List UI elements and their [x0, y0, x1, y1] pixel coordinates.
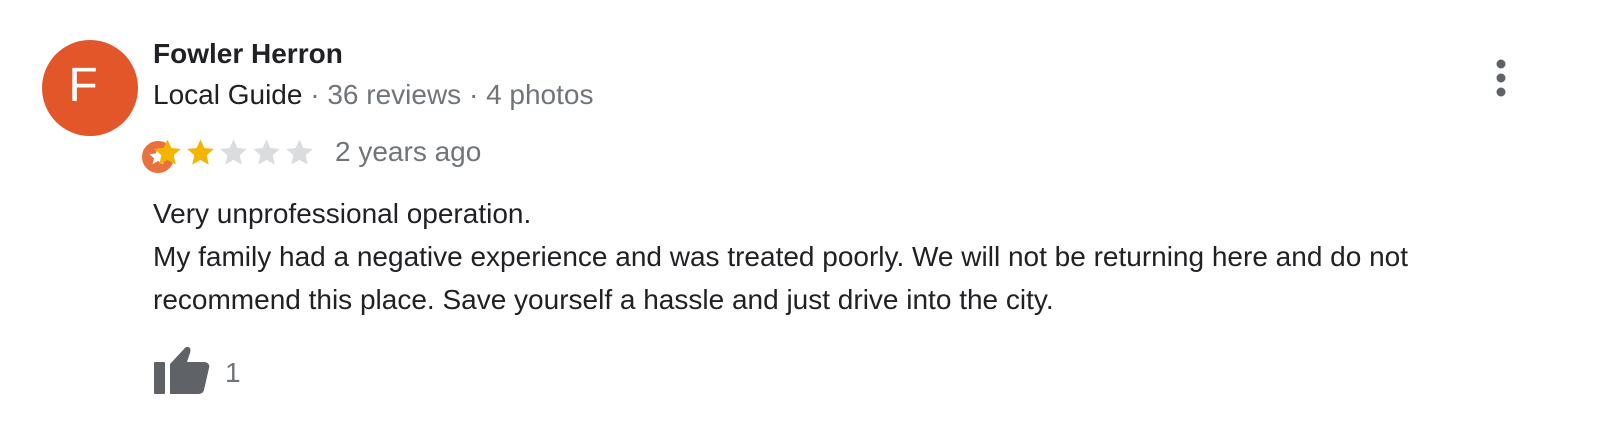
more-options-button[interactable] — [1478, 56, 1526, 100]
star-filled-icon — [154, 139, 181, 165]
photo-count: 4 photos — [486, 79, 594, 110]
reviewer-meta: Local Guide · 36 reviews · 4 photos — [153, 79, 593, 111]
more-vert-icon — [1496, 59, 1506, 97]
local-guide-label: Local Guide — [153, 79, 303, 110]
review-text-line: Very unprofessional operation. — [153, 198, 532, 229]
review-text-line: recommend this place. Save yourself a ha… — [153, 284, 1054, 315]
star-empty-icon — [220, 139, 247, 165]
reviewer-name[interactable]: Fowler Herron — [153, 38, 343, 70]
meta-separator: · — [468, 79, 479, 110]
like-button[interactable]: 1 — [150, 342, 245, 396]
review-text: Very unprofessional operation. My family … — [153, 192, 1573, 321]
like-count: 1 — [225, 357, 241, 388]
review-date: 2 years ago — [335, 136, 482, 167]
meta-separator: · — [310, 79, 320, 110]
review-card: F Fowler Herron Local Guide · 36 reviews… — [0, 0, 1600, 442]
star-empty-icon — [286, 139, 313, 165]
avatar-initial: F — [68, 59, 98, 112]
reviewer-avatar[interactable]: F — [42, 40, 177, 176]
star-filled-icon — [187, 139, 214, 165]
star-empty-icon — [253, 139, 280, 165]
star-rating — [151, 137, 317, 171]
review-text-line: My family had a negative experience and … — [153, 241, 1409, 272]
review-count: 36 reviews — [327, 79, 462, 110]
thumb-up-icon — [154, 346, 210, 394]
